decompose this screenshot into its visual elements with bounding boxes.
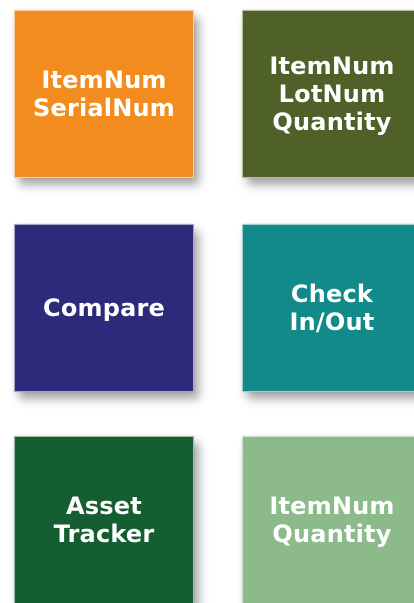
tile-grid: ItemNum SerialNum ItemNum LotNum Quantit… bbox=[0, 0, 414, 603]
tile-label: Compare bbox=[43, 294, 165, 322]
tile-label: Asset Tracker bbox=[53, 492, 155, 548]
tile-itemnum-serialnum[interactable]: ItemNum SerialNum bbox=[14, 10, 194, 178]
tile-label: ItemNum SerialNum bbox=[32, 66, 176, 122]
tile-label: Check In/Out bbox=[289, 280, 375, 336]
tile-itemnum-quantity[interactable]: ItemNum Quantity bbox=[242, 436, 414, 603]
tile-label: ItemNum Quantity bbox=[269, 492, 395, 548]
tile-check-in-out[interactable]: Check In/Out bbox=[242, 224, 414, 392]
tile-itemnum-lotnum-quantity[interactable]: ItemNum LotNum Quantity bbox=[242, 10, 414, 178]
tile-asset-tracker[interactable]: Asset Tracker bbox=[14, 436, 194, 603]
tile-label: ItemNum LotNum Quantity bbox=[269, 52, 395, 136]
tile-compare[interactable]: Compare bbox=[14, 224, 194, 392]
